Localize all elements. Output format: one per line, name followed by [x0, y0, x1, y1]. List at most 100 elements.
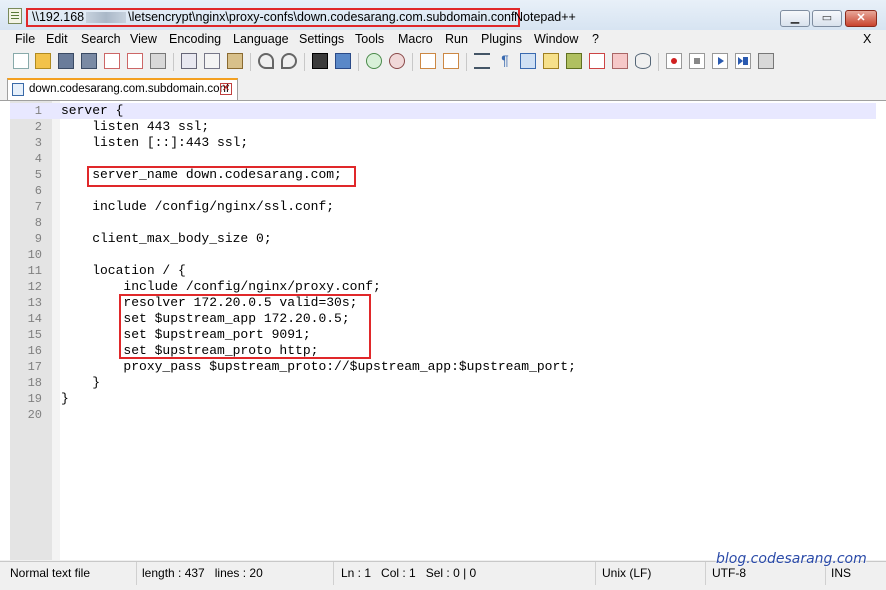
show-all-chars-icon[interactable]: ¶ [497, 53, 513, 69]
open-file-icon[interactable] [35, 53, 51, 69]
code-line[interactable]: 18 } [10, 375, 876, 391]
code-text: location / { [61, 263, 186, 278]
doc-map-icon[interactable] [543, 53, 559, 69]
code-text: include /config/nginx/proxy.conf; [61, 279, 381, 294]
undo-icon[interactable] [258, 53, 274, 69]
zoom-out-icon[interactable] [389, 53, 405, 69]
title-file-path: \\192.168 \letsencrypt\nginx\proxy-confs\… [26, 8, 521, 27]
code-line[interactable]: 4 [10, 151, 876, 167]
indent-guide-icon[interactable] [520, 53, 536, 69]
close-document-button[interactable]: X [863, 32, 871, 46]
menu-file[interactable]: File [15, 32, 35, 47]
highlight-box-upstream-settings [119, 294, 371, 359]
status-sel: Sel : 0 | 0 [425, 566, 477, 580]
code-line[interactable]: 10 [10, 247, 876, 263]
code-text: listen 443 ssl; [61, 119, 210, 134]
function-list-icon[interactable] [566, 53, 582, 69]
menu-tools[interactable]: Tools [355, 32, 384, 47]
redacted-ip-block [86, 12, 127, 24]
toolbar-separator [173, 53, 174, 71]
menu-bar: File Edit Search View Encoding Language … [0, 30, 886, 49]
status-ln: Ln : 1 [341, 566, 372, 580]
line-number: 6 [34, 184, 42, 198]
menu-macro[interactable]: Macro [398, 32, 433, 47]
sync-horizontal-icon[interactable] [443, 53, 459, 69]
stop-macro-icon[interactable] [689, 53, 705, 69]
toolbar-separator [358, 53, 359, 71]
code-line[interactable]: 19} [10, 391, 876, 407]
close-window-button[interactable]: ✕ [845, 10, 877, 27]
line-number: 14 [27, 312, 42, 326]
close-all-icon[interactable] [127, 53, 143, 69]
run-macro-multiple-icon[interactable] [735, 53, 751, 69]
close-icon[interactable] [104, 53, 120, 69]
line-number: 15 [27, 328, 42, 342]
code-text: include /config/nginx/ssl.conf; [61, 199, 335, 214]
new-file-icon[interactable] [13, 53, 29, 69]
toolbar-separator [304, 53, 305, 71]
find-icon[interactable] [312, 53, 328, 69]
status-position: Ln : 1 Col : 1 Sel : 0 | 0 [337, 562, 596, 585]
save-macro-icon[interactable] [758, 53, 774, 69]
status-lines: lines : 20 [214, 566, 263, 580]
status-col: Col : 1 [381, 566, 416, 580]
folder-workspace-icon[interactable] [589, 53, 605, 69]
code-text: } [61, 375, 101, 390]
sync-vertical-icon[interactable] [420, 53, 436, 69]
code-line[interactable]: 17 proxy_pass $upstream_proto://$upstrea… [10, 359, 876, 375]
code-line[interactable]: 9 client_max_body_size 0; [10, 231, 876, 247]
menu-help[interactable]: ? [592, 32, 599, 47]
code-line[interactable]: 8 [10, 215, 876, 231]
toolbar-separator [658, 53, 659, 71]
menu-language[interactable]: Language [233, 32, 289, 47]
print-icon[interactable] [150, 53, 166, 69]
code-line[interactable]: 1 server { [10, 103, 876, 119]
tab-close-icon[interactable]: ✕ [220, 83, 232, 95]
minimize-button[interactable]: ▁ [780, 10, 810, 27]
line-number: 4 [34, 152, 42, 166]
save-icon[interactable] [58, 53, 74, 69]
menu-encoding[interactable]: Encoding [169, 32, 221, 47]
tab-down-codesarang-conf[interactable]: down.codesarang.com.subdomain.conf ✕ [7, 78, 238, 100]
status-length: length : 437 [142, 566, 205, 580]
line-number: 10 [27, 248, 42, 262]
play-macro-icon[interactable] [712, 53, 728, 69]
menu-run[interactable]: Run [445, 32, 468, 47]
save-all-icon[interactable] [81, 53, 97, 69]
code-line[interactable]: 20 [10, 407, 876, 423]
code-text: listen [::]:443 ssl; [61, 135, 249, 150]
copy-icon[interactable] [204, 53, 220, 69]
zoom-in-icon[interactable] [366, 53, 382, 69]
toolbar: ¶ [0, 49, 886, 75]
folder-icon[interactable] [612, 53, 628, 69]
maximize-button[interactable]: ▭ [812, 10, 842, 27]
watermark-text: blog.codesarang.com [716, 551, 867, 567]
code-line[interactable]: 7 include /config/nginx/ssl.conf; [10, 199, 876, 215]
code-line[interactable]: 2 listen 443 ssl; [10, 119, 876, 135]
paste-icon[interactable] [227, 53, 243, 69]
line-number: 7 [34, 200, 42, 214]
menu-settings[interactable]: Settings [299, 32, 344, 47]
word-wrap-icon[interactable] [474, 53, 490, 69]
code-text: proxy_pass $upstream_proto://$upstream_a… [61, 359, 576, 374]
editor-area[interactable]: 1 server {2 listen 443 ssl; 3 listen [::]:… [0, 101, 886, 560]
replace-icon[interactable] [335, 53, 351, 69]
code-line[interactable]: 11 location / { [10, 263, 876, 279]
monitor-icon[interactable] [635, 53, 651, 69]
line-number: 19 [27, 392, 42, 406]
menu-view[interactable]: View [130, 32, 157, 47]
line-number: 17 [27, 360, 42, 374]
menu-plugins[interactable]: Plugins [481, 32, 522, 47]
menu-window[interactable]: Window [534, 32, 578, 47]
menu-edit[interactable]: Edit [46, 32, 68, 47]
status-length-lines: length : 437 lines : 20 [138, 562, 334, 585]
code-line[interactable]: 12 include /config/nginx/proxy.conf; [10, 279, 876, 295]
tab-label: down.codesarang.com.subdomain.conf [29, 83, 230, 95]
cut-icon[interactable] [181, 53, 197, 69]
highlight-box-server-name [87, 166, 356, 187]
redo-icon[interactable] [281, 53, 297, 69]
line-number: 9 [34, 232, 42, 246]
menu-search[interactable]: Search [81, 32, 121, 47]
code-line[interactable]: 3 listen [::]:443 ssl; [10, 135, 876, 151]
record-macro-icon[interactable] [666, 53, 682, 69]
